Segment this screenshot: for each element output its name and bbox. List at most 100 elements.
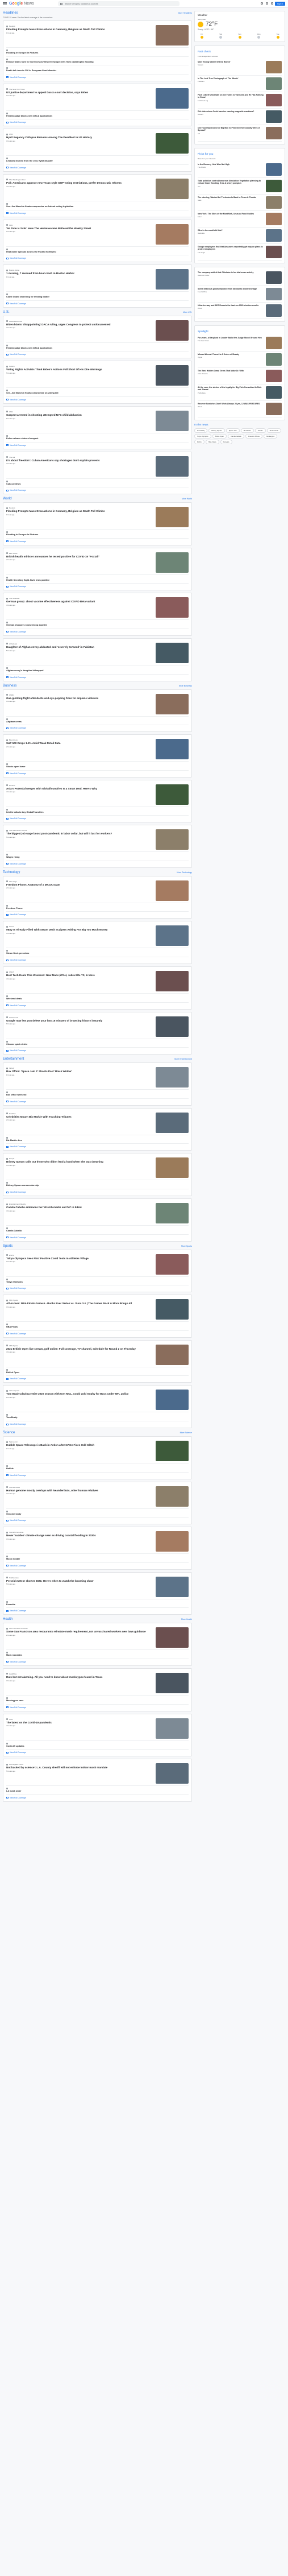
sidebar-story[interactable]: The company added that Ghislaine is for …: [198, 270, 282, 286]
full-coverage-link[interactable]: View Full Coverage: [6, 1565, 189, 1567]
related-headline[interactable]: Camila Cabello: [6, 1230, 154, 1233]
story-headline[interactable]: Flooding Prompts Mass Evacuations in Ger…: [6, 28, 154, 31]
related-headline[interactable]: Moon wobble: [6, 1558, 154, 1561]
story-headline[interactable]: 'No Date is Safe': How The Heatwave Has …: [6, 227, 154, 230]
section-title[interactable]: Entertainment: [3, 1057, 24, 1061]
related-headline[interactable]: Federal judge blocks new DACA applicatio…: [6, 115, 154, 118]
related-headline[interactable]: Afghan envoy's daughter kidnapped: [6, 669, 154, 672]
story-headline[interactable]: Never 'sudden' climate change seen as dr…: [6, 1534, 154, 1537]
related-headline[interactable]: Britney Spears conservatorship: [6, 1184, 154, 1187]
related-headline[interactable]: Airplane crews: [6, 721, 154, 723]
full-coverage-link[interactable]: View Full Coverage: [6, 399, 189, 401]
topic-chip[interactable]: Monkeypox: [264, 434, 278, 439]
related-headline[interactable]: Biz Markie dies: [6, 1139, 154, 1142]
section-title[interactable]: Headlines: [3, 11, 18, 15]
settings-icon[interactable]: [266, 2, 268, 5]
more-link[interactable]: More Sports: [181, 1245, 192, 1247]
related-headline[interactable]: Heat dome spreads across the Pacific Nor…: [6, 251, 154, 254]
full-coverage-link[interactable]: View Full Coverage: [6, 257, 189, 259]
sign-in-button[interactable]: Sign in: [275, 2, 285, 6]
related-headline[interactable]: Genome study: [6, 1513, 154, 1516]
full-coverage-link[interactable]: View Full Coverage: [6, 1423, 189, 1425]
story-headline[interactable]: Rats but not alarming. All you need to k…: [6, 1676, 154, 1679]
full-coverage-link[interactable]: View Full Coverage: [6, 1287, 189, 1289]
story-headline[interactable]: Biden blasts 'disappointing' DACA ruling…: [6, 323, 154, 326]
related-headline[interactable]: Perseids: [6, 1603, 154, 1606]
full-coverage-link[interactable]: View Full Coverage: [6, 1474, 189, 1477]
full-coverage-link[interactable]: View Full Coverage: [6, 1049, 189, 1052]
full-coverage-link[interactable]: View Full Coverage: [6, 959, 189, 961]
full-coverage-link[interactable]: View Full Coverage: [6, 121, 189, 123]
story-headline[interactable]: Hubble Space Telescope is Back in Action…: [6, 1444, 154, 1447]
main-menu-icon[interactable]: [3, 2, 7, 5]
related-headline[interactable]: Wages rising: [6, 856, 154, 859]
story-headline[interactable]: Freedom Phone: Anatomy of a MAGA scam: [6, 883, 154, 887]
related-headline[interactable]: Death toll rises to 126 in European floo…: [6, 69, 154, 72]
section-title[interactable]: Business: [3, 684, 16, 688]
related-headline[interactable]: Sen. Joe Manchin floats compromise on fe…: [6, 205, 154, 208]
sidebar-story[interactable]: New York: The Sites of the Most Meh, Unu…: [198, 211, 282, 228]
more-link[interactable]: More Business: [179, 685, 192, 687]
related-headline[interactable]: Sen. Joe Manchin floats compromise on vo…: [6, 392, 154, 395]
related-headline[interactable]: Weekend deals: [6, 998, 154, 1000]
more-link[interactable]: More World: [182, 498, 192, 500]
topic-chip[interactable]: Biz Markie: [240, 428, 254, 433]
related-headline[interactable]: Stocks open lower: [6, 766, 154, 768]
full-coverage-link[interactable]: View Full Coverage: [6, 1146, 189, 1148]
related-headline[interactable]: German shoppers show strong appetite: [6, 624, 154, 627]
sidebar-story[interactable]: Missed Almost 'Focus' is A Series of Bea…: [198, 352, 282, 368]
section-title[interactable]: Sports: [3, 1244, 12, 1248]
section-title[interactable]: Technology: [3, 871, 20, 874]
story-headline[interactable]: Hyatt Regency Collapse Remains Among The…: [6, 136, 154, 139]
full-coverage-link[interactable]: View Full Coverage: [6, 489, 189, 491]
full-coverage-link[interactable]: View Full Coverage: [6, 1519, 189, 1521]
related-headline[interactable]: Chrome quick delete: [6, 1043, 154, 1046]
story-headline[interactable]: Box Office: 'Space Jam 2' Shoots Past 'B…: [6, 1070, 154, 1073]
more-link[interactable]: More Headlines: [178, 12, 192, 14]
section-title[interactable]: Science: [3, 1431, 15, 1434]
full-coverage-link[interactable]: View Full Coverage: [6, 1661, 189, 1663]
story-headline[interactable]: Camila Cabello embraces her 'stretch mar…: [6, 1206, 154, 1209]
more-link[interactable]: More Health: [181, 1618, 192, 1620]
section-title[interactable]: U.S.: [3, 311, 10, 314]
story-headline[interactable]: Perseid meteor shower 2021: Here's when …: [6, 1579, 154, 1583]
related-headline[interactable]: Flooding in Europe: In Pictures: [6, 52, 154, 55]
more-link[interactable]: More Technology: [177, 871, 192, 874]
story-headline[interactable]: Tokyo Olympics Sees First Positive Covid…: [6, 1257, 154, 1260]
full-coverage-link[interactable]: View Full Coverage: [6, 1751, 189, 1754]
related-headline[interactable]: Lessons learned from the 1981 Hyatt disa…: [6, 160, 154, 163]
full-coverage-link[interactable]: View Full Coverage: [6, 167, 189, 169]
covid-notice[interactable]: COVID-19 news: See the latest coverage o…: [3, 16, 192, 19]
story-headline[interactable]: Suspect arrested in shooting attempted N…: [6, 414, 154, 417]
story-headline[interactable]: Voting Rights Activists Think Biden's Ac…: [6, 368, 154, 371]
topic-chip[interactable]: Tom Brady: [194, 428, 208, 433]
full-coverage-link[interactable]: View Full Coverage: [6, 676, 189, 679]
topic-chip[interactable]: Steam Deck: [266, 428, 281, 433]
topic-chip[interactable]: Perseids: [220, 440, 232, 444]
story-headline[interactable]: Celebrities Mourn Biz Markie With Touchi…: [6, 1115, 154, 1119]
topic-chip[interactable]: Space Jam: [226, 428, 240, 433]
help-icon[interactable]: [261, 2, 263, 5]
full-coverage-link[interactable]: View Full Coverage: [6, 631, 189, 633]
story-headline[interactable]: The latest on the Covid-19 pandemic: [6, 1721, 154, 1725]
full-coverage-link[interactable]: View Full Coverage: [6, 1797, 189, 1799]
story-headline[interactable]: British health minister announces he tes…: [6, 555, 154, 559]
full-coverage-link[interactable]: View Full Coverage: [6, 212, 189, 214]
full-coverage-link[interactable]: View Full Coverage: [6, 444, 189, 446]
section-title[interactable]: World: [3, 497, 12, 501]
related-headline[interactable]: Flooding in Europe: In Pictures: [6, 534, 154, 536]
full-coverage-link[interactable]: View Full Coverage: [6, 1004, 189, 1007]
full-coverage-link[interactable]: View Full Coverage: [6, 353, 189, 355]
full-coverage-link[interactable]: View Full Coverage: [6, 772, 189, 775]
full-coverage-link[interactable]: View Full Coverage: [6, 540, 189, 543]
related-headline[interactable]: Federal judge blocks new DACA applicatio…: [6, 347, 154, 350]
related-headline[interactable]: Tom Brady: [6, 1416, 154, 1419]
sidebar-story[interactable]: More Young Marine Shared Beaver Snopes: [198, 59, 282, 76]
sidebar-story[interactable]: Total pollution control/tomorrow Simulat…: [198, 178, 282, 195]
full-coverage-link[interactable]: View Full Coverage: [6, 1333, 189, 1335]
story-headline[interactable]: Poll: Americans approve new Texas-style …: [6, 181, 154, 185]
topic-chip[interactable]: Freedom Phone: [245, 434, 263, 439]
sidebar-story[interactable]: Ultra-fun way and ADT Resorts the hack o…: [198, 303, 282, 319]
story-headline[interactable]: Tom Brady playing entire 2020 season wit…: [6, 1392, 154, 1396]
full-coverage-link[interactable]: View Full Coverage: [6, 913, 189, 916]
